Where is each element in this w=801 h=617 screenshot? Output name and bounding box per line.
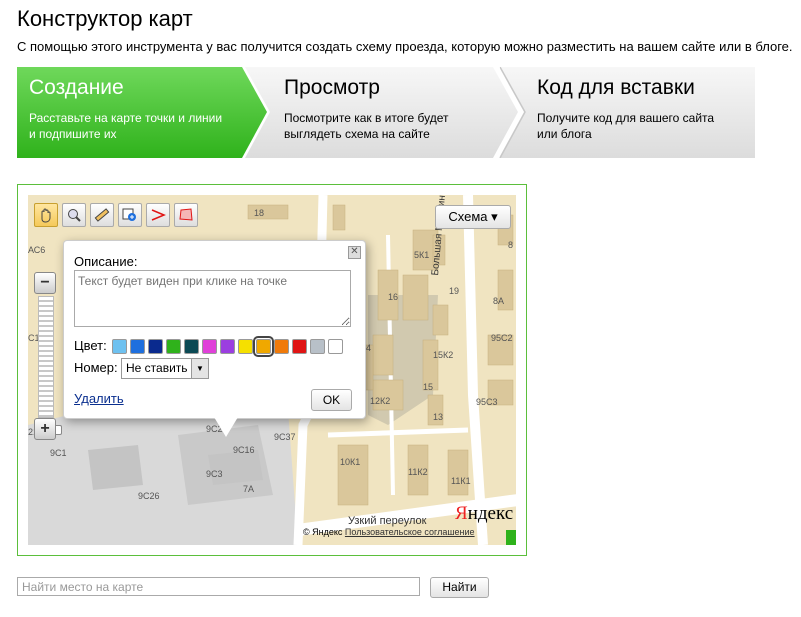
map-label: 13 bbox=[433, 412, 444, 422]
page-subtitle: С помощью этого инструмента у вас получи… bbox=[17, 39, 793, 54]
agreement-link[interactable]: Пользовательское соглашение bbox=[345, 527, 475, 537]
wizard-steps: Создание Расставьте на карте точки и лин… bbox=[17, 67, 755, 158]
copyright-text: © Яндекс bbox=[303, 527, 343, 537]
map-label: АС6 bbox=[28, 245, 46, 255]
description-label: Описание: bbox=[74, 254, 138, 269]
step-create[interactable]: Создание Расставьте на карте точки и лин… bbox=[17, 67, 267, 158]
map-label: 18 bbox=[254, 208, 265, 218]
ruler-icon[interactable] bbox=[90, 203, 114, 227]
map-label: 5К1 bbox=[414, 250, 430, 260]
color-swatch[interactable] bbox=[238, 339, 253, 354]
color-swatch[interactable] bbox=[130, 339, 145, 354]
map-search-input[interactable]: Найти место на карте bbox=[17, 577, 420, 596]
yandex-logo: Яндекс bbox=[455, 503, 514, 524]
step-preview[interactable]: Просмотр Посмотрите как в итоге будет вы… bbox=[245, 67, 518, 158]
color-swatch[interactable] bbox=[328, 339, 343, 354]
hand-tool-icon[interactable] bbox=[34, 203, 58, 227]
step-separator-icon bbox=[500, 67, 526, 158]
color-swatch[interactable] bbox=[310, 339, 325, 354]
map-label: 9С37 bbox=[274, 432, 296, 442]
ok-button[interactable]: OK bbox=[311, 389, 352, 411]
step-embed-code[interactable]: Код для вставки Получите код для вашего … bbox=[499, 67, 755, 158]
map-label: 7А bbox=[243, 484, 255, 494]
layer-select-button[interactable]: Схема ▾ bbox=[435, 205, 511, 229]
color-swatch[interactable] bbox=[202, 339, 217, 354]
street-label: Узкий переулок bbox=[348, 515, 427, 527]
map-label: 95С2 bbox=[491, 333, 513, 343]
color-label: Цвет: bbox=[74, 338, 107, 353]
color-swatch[interactable] bbox=[292, 339, 307, 354]
map-label: 11К1 bbox=[451, 476, 471, 486]
map-label: 10К1 bbox=[340, 457, 361, 467]
map-label: 11К2 bbox=[408, 467, 428, 477]
color-swatch[interactable] bbox=[112, 339, 127, 354]
map-label: 9С3 bbox=[206, 469, 223, 479]
zoom-slider[interactable] bbox=[38, 296, 62, 435]
copyright: © Яндекс Пользовательское соглашение bbox=[303, 527, 475, 537]
step-desc: Посмотрите как в итоге будет выглядеть с… bbox=[284, 111, 449, 141]
map-label: 9С16 bbox=[233, 445, 255, 455]
balloon-tail bbox=[214, 417, 238, 437]
description-input[interactable] bbox=[74, 270, 351, 327]
color-swatch[interactable] bbox=[220, 339, 235, 354]
color-swatch[interactable] bbox=[253, 336, 274, 357]
step-label: Код для вставки bbox=[537, 76, 695, 99]
map-label: 12К2 bbox=[370, 396, 391, 406]
chevron-down-icon: ▼ bbox=[191, 359, 208, 378]
map-canvas[interactable]: 18 5К1 16 19 8А 8 95С2 15К2 15 12К2 13 9… bbox=[28, 195, 516, 545]
page-title: Конструктор карт bbox=[17, 6, 193, 31]
number-select-value: Не ставить bbox=[126, 361, 188, 375]
find-button[interactable]: Найти bbox=[430, 577, 489, 598]
color-swatch[interactable] bbox=[148, 339, 163, 354]
close-icon[interactable]: ✕ bbox=[348, 246, 361, 259]
polyline-icon[interactable] bbox=[146, 203, 170, 227]
map-label: 9С26 bbox=[138, 491, 160, 501]
color-swatch[interactable] bbox=[184, 339, 199, 354]
map-frame: 18 5К1 16 19 8А 8 95С2 15К2 15 12К2 13 9… bbox=[17, 184, 527, 556]
step-desc: Получите код для вашего сайта или блога bbox=[537, 111, 715, 141]
step-label: Просмотр bbox=[284, 76, 380, 99]
color-swatch[interactable] bbox=[166, 339, 181, 354]
map-label: 15 bbox=[423, 382, 434, 392]
delete-link[interactable]: Удалить bbox=[74, 391, 124, 406]
number-select[interactable]: Не ставить ▼ bbox=[121, 358, 209, 379]
step-label: Создание bbox=[29, 76, 124, 99]
map-label: 9С1 bbox=[50, 448, 67, 458]
zoom-out-button[interactable]: − bbox=[34, 272, 56, 294]
map-label: 8А bbox=[493, 296, 505, 306]
color-swatch[interactable] bbox=[274, 339, 289, 354]
map-label: 95С3 bbox=[476, 397, 498, 407]
map-label: 16 bbox=[388, 292, 399, 302]
map-label: 15К2 bbox=[433, 350, 454, 360]
magnifier-icon[interactable] bbox=[62, 203, 86, 227]
add-placemark-icon[interactable] bbox=[118, 203, 142, 227]
zoom-in-button[interactable]: + bbox=[34, 418, 56, 440]
step-desc: Расставьте на карте точки и линии и подп… bbox=[29, 111, 223, 141]
map-label: 19 bbox=[449, 286, 460, 296]
number-label: Номер: bbox=[74, 360, 118, 375]
placemark-balloon: ✕ Описание: Цвет: Номер: Не ставить ▼ Уд… bbox=[63, 240, 366, 437]
polygon-icon[interactable] bbox=[174, 203, 198, 227]
map-label: 8 bbox=[508, 240, 514, 250]
map-label: 4 bbox=[366, 343, 372, 353]
